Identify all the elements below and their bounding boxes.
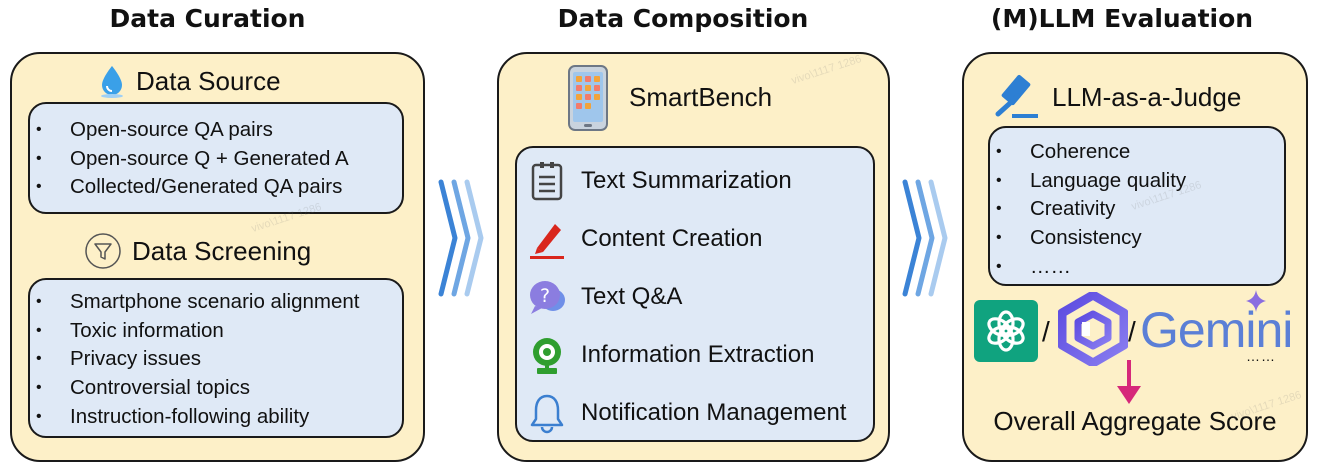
more-models: …… — [1246, 348, 1276, 364]
task-content-creation: Content Creation — [527, 218, 762, 260]
task-text-summarization: Text Summarization — [527, 160, 792, 202]
curation-panel: Data Source Open-source QA pairs Open-so… — [10, 52, 425, 462]
chevron-right-icon — [438, 179, 484, 297]
pen-icon — [530, 224, 564, 259]
data-screening-box: Smartphone scenario alignment Toxic info… — [28, 278, 404, 438]
list-item: Collected/Generated QA pairs — [30, 173, 349, 202]
task-list-box: Text Summarization Content Creation ? Te… — [515, 146, 875, 442]
curation-title: Data Curation — [109, 4, 306, 33]
list-item: Consistency — [990, 224, 1186, 253]
sparkle-icon — [1246, 290, 1266, 312]
evaluation-panel: LLM-as-a-Judge Coherence Language qualit… — [962, 52, 1308, 462]
webcam-icon — [533, 338, 561, 374]
data-source-list: Open-source QA pairs Open-source Q + Gen… — [30, 116, 349, 202]
composition-title: Data Composition — [557, 4, 809, 33]
openai-logo-icon — [974, 300, 1038, 362]
task-label: Notification Management — [581, 399, 847, 426]
task-label: Text Summarization — [581, 167, 792, 194]
llm-judge-heading: LLM-as-a-Judge — [992, 74, 1241, 120]
svg-text:?: ? — [540, 285, 550, 307]
question-bubble-icon: ? — [530, 281, 565, 314]
evaluation-title: (M)LLM Evaluation — [990, 4, 1254, 33]
task-text-qa: ? Text Q&A — [527, 276, 682, 318]
list-item: Toxic information — [30, 317, 359, 346]
model-separator: / — [1042, 316, 1050, 347]
list-item: Instruction-following ability — [30, 403, 359, 432]
model-separator: / — [1128, 316, 1136, 347]
list-item: Open-source Q + Generated A — [30, 145, 349, 174]
data-source-heading: Data Source — [98, 64, 281, 98]
list-item: Open-source QA pairs — [30, 116, 349, 145]
filter-icon — [85, 233, 121, 269]
data-source-box: Open-source QA pairs Open-source Q + Gen… — [28, 102, 404, 214]
overall-score-label: Overall Aggregate Score — [993, 406, 1277, 436]
composition-panel: SmartBench Text Summarization Content Cr… — [497, 52, 890, 462]
qwen-logo-icon — [1058, 292, 1128, 366]
criteria-list: Coherence Language quality Creativity Co… — [990, 138, 1186, 282]
smartphone-icon — [568, 65, 608, 131]
bell-icon — [530, 394, 564, 434]
llm-judge-label: LLM-as-a-Judge — [1052, 81, 1242, 112]
list-item: Language quality — [990, 167, 1186, 196]
list-item: Controversial topics — [30, 374, 359, 403]
gavel-icon — [995, 74, 1038, 118]
clipboard-icon — [531, 162, 563, 201]
task-label: Content Creation — [581, 225, 763, 252]
arrow-down-icon — [1117, 360, 1141, 404]
chevron-right-icon — [902, 179, 948, 297]
task-label: Information Extraction — [581, 341, 815, 368]
list-item: …… — [990, 253, 1186, 282]
criteria-box: Coherence Language quality Creativity Co… — [988, 126, 1286, 286]
list-item: Privacy issues — [30, 345, 359, 374]
data-source-label: Data Source — [136, 65, 281, 96]
data-screening-label: Data Screening — [132, 235, 312, 266]
data-screening-list: Smartphone scenario alignment Toxic info… — [30, 288, 359, 432]
list-item: Creativity — [990, 195, 1186, 224]
data-screening-heading: Data Screening — [84, 232, 311, 270]
list-item: Smartphone scenario alignment — [30, 288, 359, 317]
task-label: Text Q&A — [581, 283, 683, 310]
list-item: Coherence — [990, 138, 1186, 167]
task-information-extraction: Information Extraction — [527, 334, 814, 376]
smartbench-heading: SmartBench — [629, 82, 773, 112]
water-drop-icon — [101, 66, 123, 98]
task-notification-management: Notification Management — [527, 392, 846, 434]
